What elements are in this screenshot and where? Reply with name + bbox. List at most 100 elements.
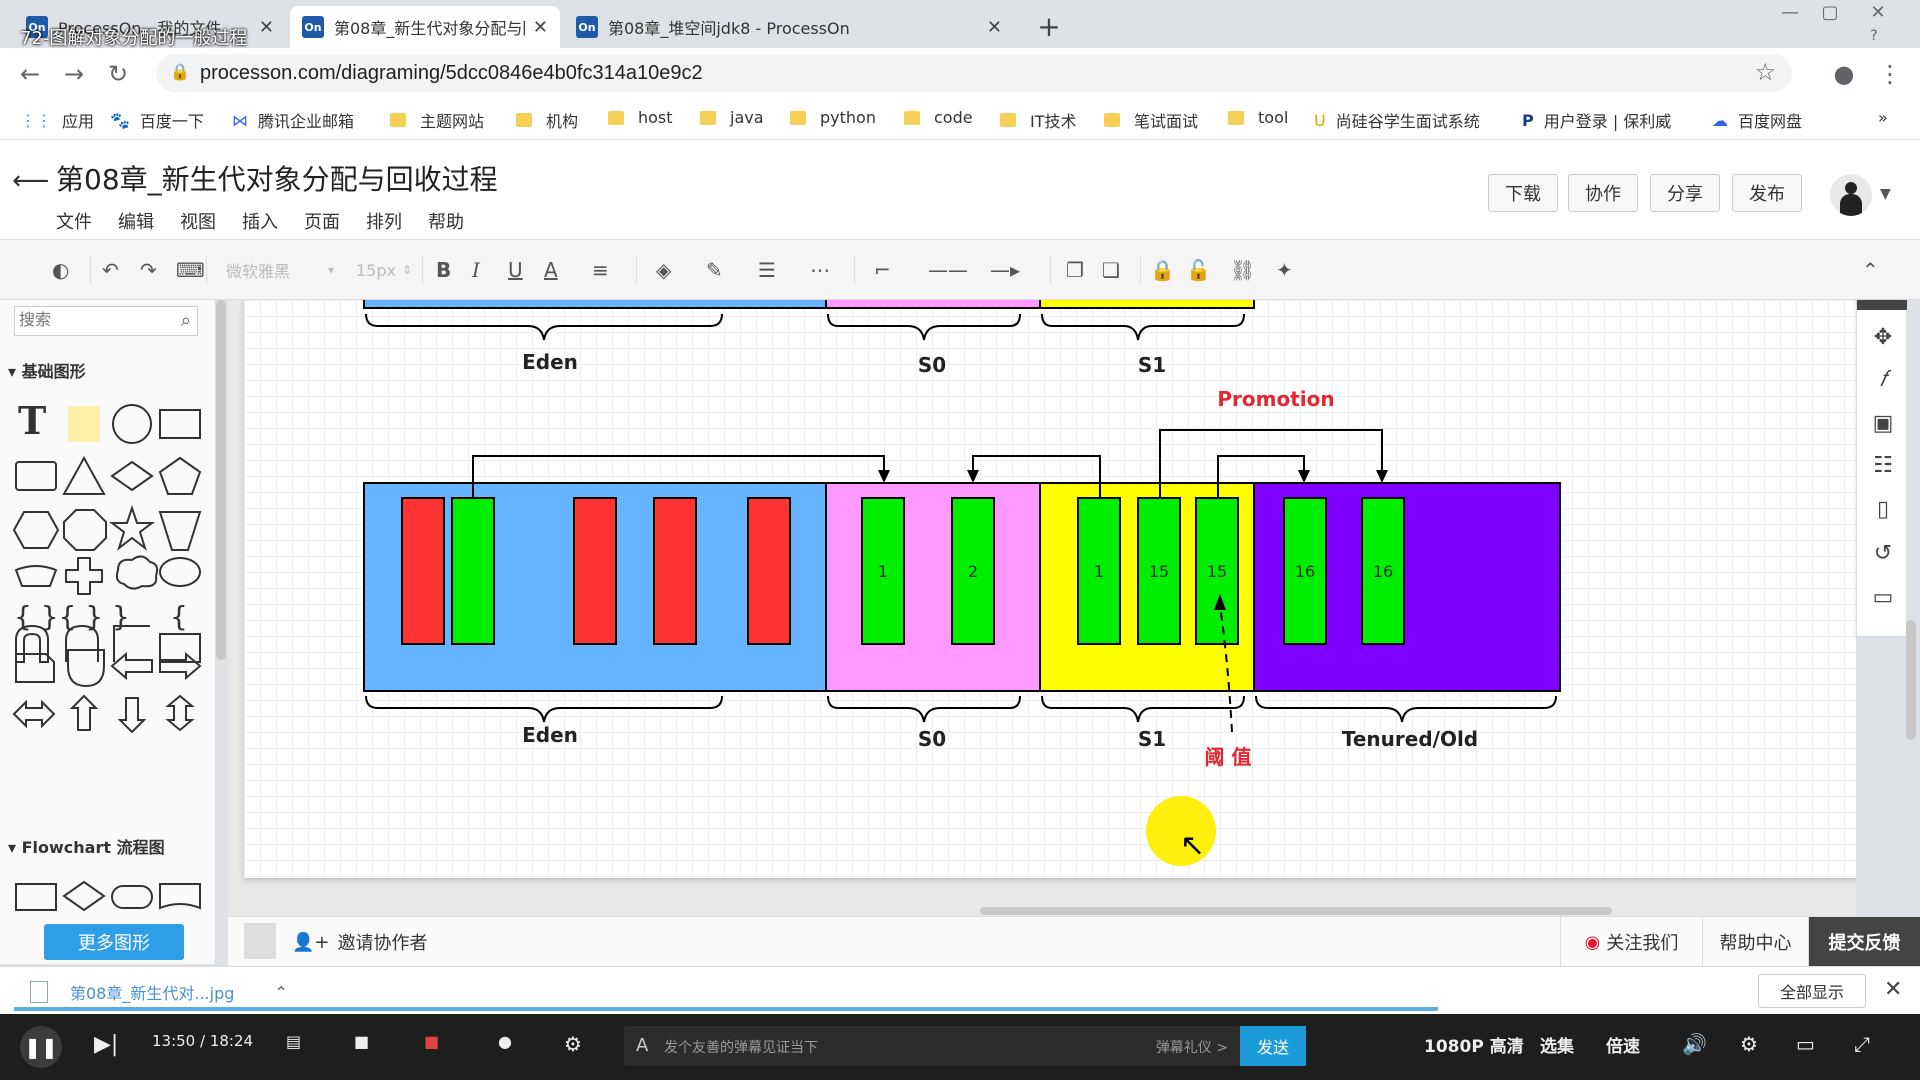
page-settings-icon[interactable]: ☷ <box>1870 452 1896 478</box>
font-size-select[interactable]: 15px ⇕ <box>356 256 412 284</box>
taskbar-folder-icon[interactable]: ▤ <box>286 1032 301 1051</box>
align-icon[interactable]: ≡ <box>592 256 609 284</box>
share-button[interactable]: 分享 <box>1650 174 1720 212</box>
canvas-area[interactable]: Eden S0 S1 Promotion 1 2 1 15 15 16 16 阈… <box>228 300 1856 916</box>
shape-search[interactable]: ⌕ <box>14 306 198 336</box>
bookmark-folder[interactable]: IT技术 <box>1000 108 1077 132</box>
font-family-select[interactable]: 微软雅黑 ▾ <box>226 256 334 284</box>
window-close-icon[interactable]: ✕ <box>1860 0 1896 24</box>
bookmark-folder[interactable]: 笔试面试 <box>1104 108 1198 132</box>
bookmark-folder[interactable]: java <box>700 108 764 127</box>
bookmark-folder[interactable]: tool <box>1228 108 1288 127</box>
redo-icon[interactable]: ↷ <box>140 256 157 284</box>
magic-wand-icon[interactable]: ✦ <box>1276 256 1293 284</box>
danmu-etiquette-link[interactable]: 弹幕礼仪 > <box>1156 1037 1228 1057</box>
profile-icon[interactable]: ● <box>1826 56 1862 92</box>
basic-shapes-row-extra[interactable] <box>10 622 210 672</box>
format-painter-icon[interactable]: ⌨ <box>176 256 205 284</box>
picture-in-picture-icon[interactable]: ▭ <box>1796 1032 1815 1056</box>
bookmark-apps[interactable]: ⋮⋮ 应用 <box>20 108 94 132</box>
unlock-shape-icon[interactable]: 🔓 <box>1186 256 1211 284</box>
bookmarks-overflow-icon[interactable]: » <box>1878 108 1888 127</box>
diagram-svg[interactable]: Eden S0 S1 Promotion 1 2 1 15 15 16 16 阈… <box>244 300 1856 878</box>
menu-file[interactable]: 文件 <box>56 208 92 234</box>
bookmark-baidu-pan[interactable]: ☁ 百度网盘 <box>1712 108 1802 132</box>
search-input[interactable] <box>19 311 169 331</box>
download-button[interactable]: 下载 <box>1488 174 1558 212</box>
left-panel-scrollbar[interactable] <box>216 300 228 660</box>
section-flowchart[interactable]: ▾ Flowchart 流程图 <box>8 834 165 858</box>
more-shapes-button[interactable]: 更多图形 <box>44 924 184 960</box>
avatar[interactable] <box>244 923 276 959</box>
bookmark-tencent-mail[interactable]: ⋈ 腾讯企业邮箱 <box>232 108 354 132</box>
taskbar-app-icon[interactable]: ● <box>498 1032 512 1051</box>
fill-color-icon[interactable]: ◈ <box>656 256 671 284</box>
font-color-icon[interactable]: A <box>544 256 558 284</box>
bookmark-baidu[interactable]: 🐾 百度一下 <box>110 108 204 132</box>
speed-button[interactable]: 倍速 <box>1606 1032 1640 1057</box>
volume-icon[interactable]: 🔊 <box>1682 1032 1707 1056</box>
undo-icon[interactable]: ↶ <box>102 256 119 284</box>
tab-new-gen-allocation[interactable]: On 第08章_新生代对象分配与回收过 ✕ <box>290 6 560 48</box>
tab-heap-jdk8[interactable]: On 第08章_堆空间jdk8 - ProcessOn ✕ <box>564 6 1014 48</box>
menu-insert[interactable]: 插入 <box>242 208 278 234</box>
basic-shapes-grid[interactable]: T { }{ } } { <box>10 398 210 768</box>
bookmark-folder[interactable]: python <box>790 108 876 127</box>
chevron-down-icon[interactable]: ▼ <box>1880 186 1891 202</box>
lock-shape-icon[interactable]: 🔒 <box>1150 256 1175 284</box>
bookmark-folder[interactable]: 主题网站 <box>390 108 484 132</box>
next-icon[interactable]: ▶| <box>94 1032 118 1057</box>
restore-icon[interactable]: ▢ <box>1812 0 1848 24</box>
episodes-button[interactable]: 选集 <box>1540 1032 1574 1057</box>
feedback-button[interactable]: 提交反馈 <box>1808 917 1920 967</box>
bookmark-star-icon[interactable]: ☆ <box>1754 58 1776 86</box>
collapse-chevron-icon[interactable]: ⌃ <box>1862 256 1879 284</box>
bookmark-atguigu[interactable]: U 尚硅谷学生面试系统 <box>1314 108 1480 132</box>
document-title[interactable]: 第08章_新生代对象分配与回收过程 <box>56 158 498 198</box>
menu-dots-icon[interactable]: ⋮ <box>1872 56 1908 92</box>
bold-icon[interactable]: B <box>436 256 451 284</box>
line-width-icon[interactable]: ☰ <box>758 256 776 284</box>
canvas-horizontal-scrollbar[interactable] <box>980 907 1612 915</box>
line-style-icon[interactable]: ⋯ <box>810 256 830 284</box>
connector-type-icon[interactable]: ⌐ <box>874 256 891 284</box>
help-center-link[interactable]: 帮助中心 <box>1702 917 1808 967</box>
close-icon[interactable]: ✕ <box>259 17 274 38</box>
url-field[interactable]: 🔒 processon.com/diagraming/5dcc0846e4b0f… <box>156 54 1792 92</box>
back-icon[interactable]: ← <box>12 56 48 92</box>
taskbar-ppt-icon[interactable]: ■ <box>424 1032 439 1051</box>
history-icon[interactable]: ↺ <box>1870 540 1896 566</box>
menu-arrange[interactable]: 排列 <box>366 208 402 234</box>
search-icon[interactable]: ⌕ <box>181 310 191 331</box>
italic-icon[interactable]: I <box>472 256 480 284</box>
quality-button[interactable]: 1080P 高清 <box>1424 1032 1524 1057</box>
flowchart-shapes-grid[interactable] <box>10 876 210 916</box>
link-icon[interactable]: ⛓ <box>1230 256 1255 284</box>
menu-view[interactable]: 视图 <box>180 208 216 234</box>
menu-help[interactable]: 帮助 <box>428 208 464 234</box>
show-all-button[interactable]: 全部显示 <box>1758 974 1866 1008</box>
avatar[interactable] <box>1830 174 1872 216</box>
bookmark-folder[interactable]: code <box>904 108 973 127</box>
line-start-icon[interactable]: —— <box>928 256 968 284</box>
bookmark-folder[interactable]: host <box>608 108 673 127</box>
send-back-icon[interactable]: ❏ <box>1102 256 1120 284</box>
follow-us-link[interactable]: ◉ 关注我们 <box>1560 917 1702 967</box>
comment-icon[interactable]: ▭ <box>1870 584 1896 610</box>
send-button[interactable]: 发送 <box>1240 1026 1306 1066</box>
reload-icon[interactable]: ↻ <box>100 56 136 92</box>
publish-button[interactable]: 发布 <box>1732 174 1802 212</box>
line-end-icon[interactable]: —▸ <box>990 256 1020 284</box>
chevron-up-icon[interactable]: ⌃ <box>274 983 287 1002</box>
section-basic-shapes[interactable]: ▾ 基础图形 <box>8 358 86 382</box>
minimize-icon[interactable]: — <box>1772 0 1808 24</box>
invite-collaborator-button[interactable]: 👤+ 邀请协作者 <box>292 929 428 955</box>
forward-icon[interactable]: → <box>56 56 92 92</box>
close-icon[interactable]: ✕ <box>533 17 548 38</box>
collaborate-button[interactable]: 协作 <box>1568 174 1638 212</box>
menu-page[interactable]: 页面 <box>304 208 340 234</box>
bookmark-folder[interactable]: 机构 <box>516 108 578 132</box>
video-progress-bar[interactable] <box>14 1007 1438 1011</box>
new-tab-button[interactable]: + <box>1031 8 1067 44</box>
underline-icon[interactable]: U <box>508 256 523 284</box>
